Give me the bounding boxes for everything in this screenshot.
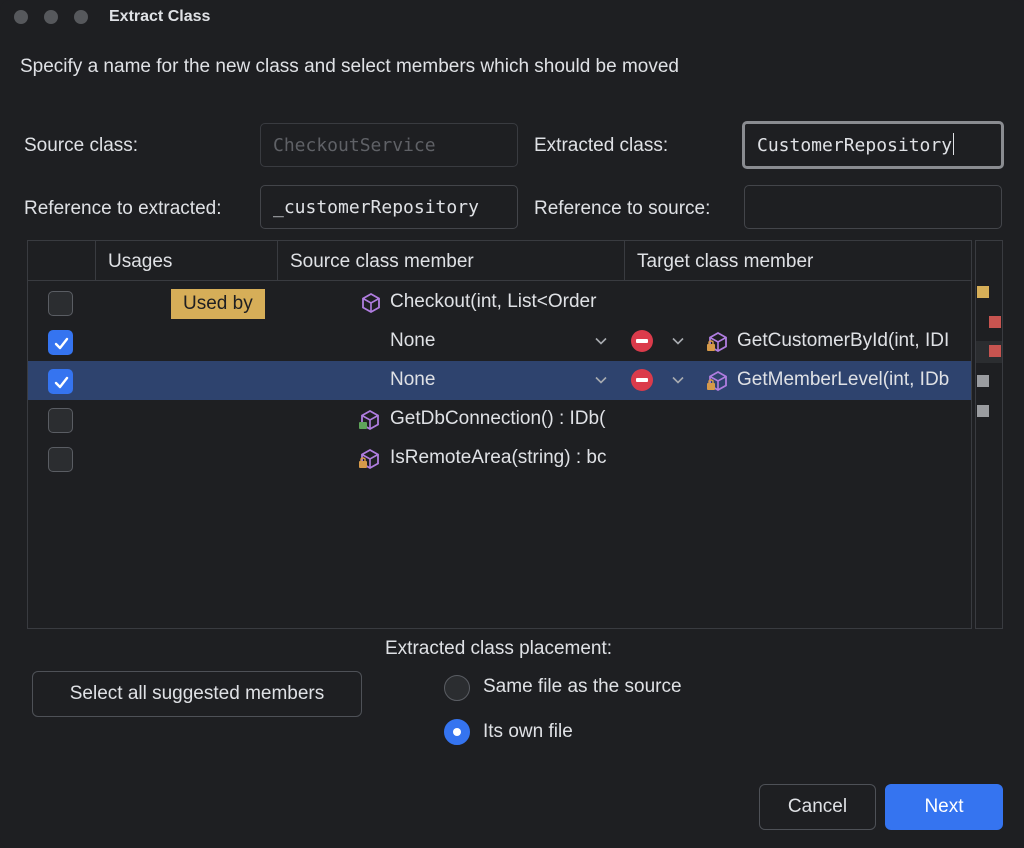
table-header: Usages Source class member Target class …: [28, 241, 971, 281]
private-method-icon: [707, 331, 727, 353]
private-method-icon: [707, 370, 727, 392]
chevron-down-icon[interactable]: [671, 334, 685, 348]
own-file-radio[interactable]: [444, 719, 470, 745]
extract-class-dialog: Extract Class Specify a name for the new…: [0, 0, 1024, 848]
target-member-text: GetCustomerById(int, IDI: [737, 330, 950, 351]
private-method-icon: [359, 448, 379, 470]
remove-icon[interactable]: [631, 369, 653, 391]
row-checkbox[interactable]: [48, 330, 73, 355]
same-file-radio[interactable]: [444, 675, 470, 701]
row-checkbox[interactable]: [48, 408, 73, 433]
source-member-select[interactable]: None: [390, 369, 510, 391]
error-marker[interactable]: [989, 316, 1001, 328]
reference-to-source-label: Reference to source:: [534, 198, 711, 219]
title-bar: Extract Class: [0, 0, 1024, 34]
placement-label: Extracted class placement:: [385, 638, 613, 659]
chevron-down-icon[interactable]: [594, 334, 608, 348]
column-target-member[interactable]: Target class member: [637, 251, 813, 273]
warning-marker[interactable]: [977, 286, 989, 298]
source-class-label: Source class:: [24, 135, 139, 156]
extracted-class-input[interactable]: CustomerRepository: [742, 121, 1004, 169]
info-marker[interactable]: [977, 375, 989, 387]
table-row[interactable]: None GetMemberLevel(int, IDb: [28, 361, 971, 400]
method-icon: [362, 292, 380, 314]
own-file-label[interactable]: Its own file: [483, 721, 573, 743]
chevron-down-icon[interactable]: [671, 373, 685, 387]
chevron-down-icon[interactable]: [594, 373, 608, 387]
close-window-button[interactable]: [14, 10, 28, 24]
table-row[interactable]: IsRemoteArea(string) : bc: [28, 439, 971, 478]
row-checkbox[interactable]: [48, 369, 73, 394]
same-file-label[interactable]: Same file as the source: [483, 676, 682, 698]
table-row[interactable]: GetDbConnection() : IDb(: [28, 400, 971, 439]
reference-to-source-input[interactable]: [744, 185, 1002, 229]
members-table: Usages Source class member Target class …: [27, 240, 972, 629]
source-class-field: CheckoutService: [260, 123, 518, 167]
column-source-member[interactable]: Source class member: [290, 251, 474, 273]
maximize-window-button[interactable]: [74, 10, 88, 24]
error-marker[interactable]: [989, 345, 1001, 357]
window-title: Extract Class: [109, 8, 211, 25]
table-row[interactable]: Used by Checkout(int, List<Order: [28, 283, 971, 322]
reference-to-extracted-label: Reference to extracted:: [24, 198, 222, 219]
check-icon: [54, 337, 69, 350]
row-checkbox[interactable]: [48, 447, 73, 472]
error-stripe[interactable]: [975, 240, 1003, 629]
column-usages[interactable]: Usages: [108, 251, 172, 273]
row-checkbox[interactable]: [48, 291, 73, 316]
used-by-badge[interactable]: Used by: [171, 289, 265, 319]
target-member-text: GetMemberLevel(int, IDb: [737, 369, 950, 390]
source-member-select[interactable]: None: [390, 330, 510, 352]
remove-icon[interactable]: [631, 330, 653, 352]
reference-to-extracted-input[interactable]: _customerRepository: [260, 185, 518, 229]
check-icon: [54, 376, 69, 389]
minimize-window-button[interactable]: [44, 10, 58, 24]
source-member-text: Checkout(int, List<Order: [390, 291, 597, 312]
info-marker[interactable]: [977, 405, 989, 417]
source-member-text: GetDbConnection() : IDb(: [390, 408, 606, 429]
next-button[interactable]: Next: [885, 784, 1003, 830]
select-all-suggested-button[interactable]: Select all suggested members: [32, 671, 362, 717]
method-icon: [359, 409, 379, 431]
extracted-class-label: Extracted class:: [534, 135, 669, 156]
dialog-description: Specify a name for the new class and sel…: [20, 56, 679, 77]
cancel-button[interactable]: Cancel: [759, 784, 876, 830]
source-member-text: IsRemoteArea(string) : bc: [390, 447, 607, 468]
table-row[interactable]: None GetCustomerById(int, IDI: [28, 322, 971, 361]
